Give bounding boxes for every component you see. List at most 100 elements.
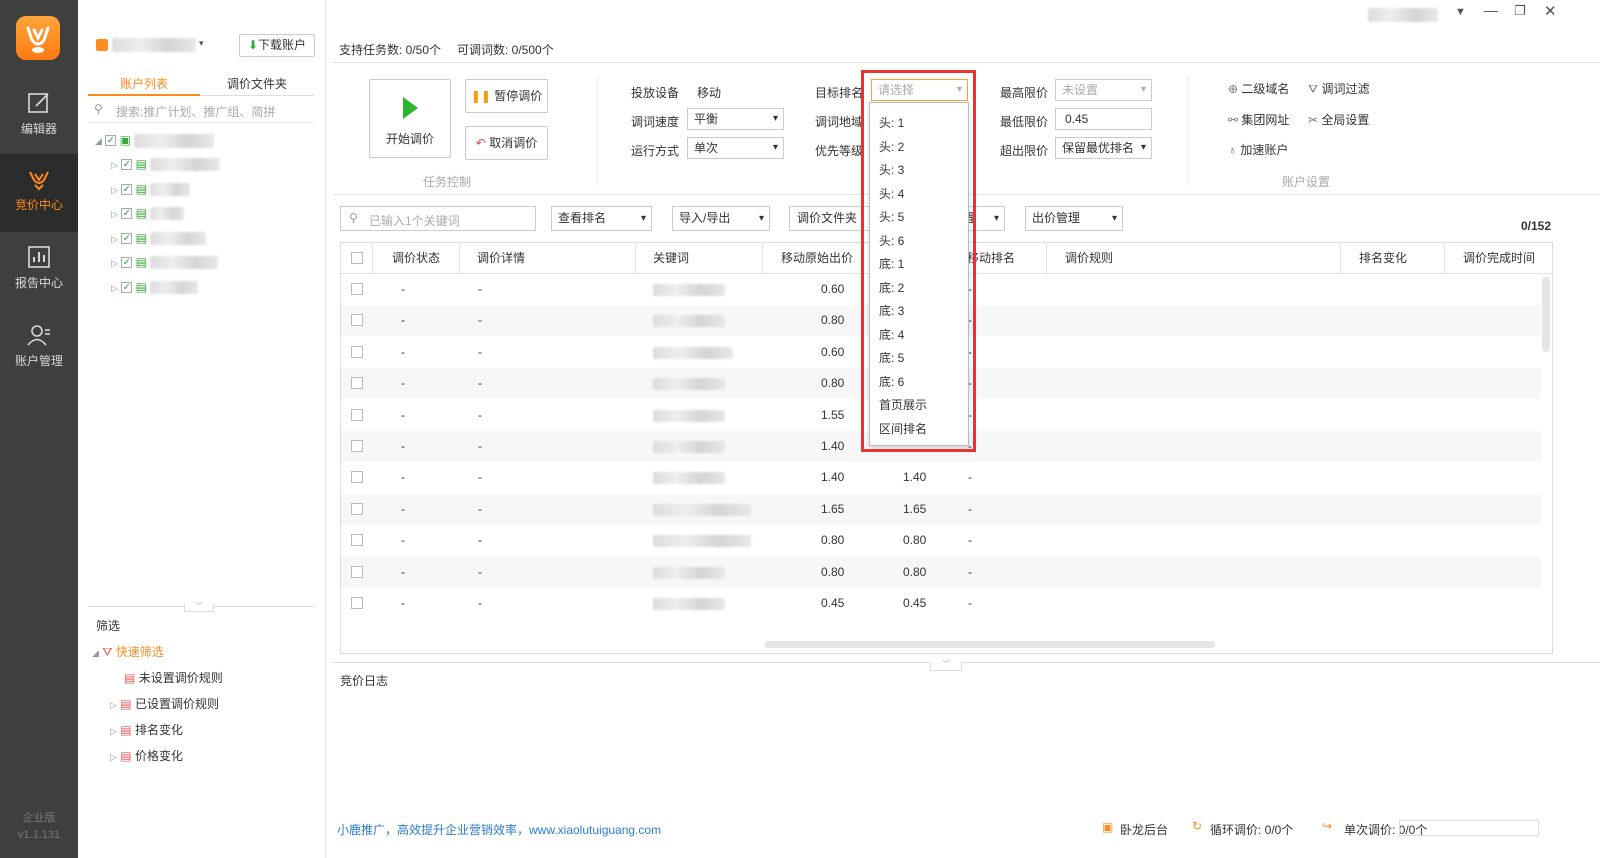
view-rank-button[interactable]: 查看排名 — [551, 206, 652, 231]
mode-select[interactable]: 单次 — [687, 137, 784, 159]
vertical-scrollbar[interactable] — [1542, 277, 1550, 352]
global-settings-link[interactable]: ✂ 全局设置 — [1308, 111, 1369, 128]
group-url-link[interactable]: ⚯ 集团网址 — [1228, 111, 1289, 128]
collapse-handle[interactable]: ﹀ — [184, 603, 214, 612]
slogan-link[interactable]: 小鹿推广，高效提升企业营销效率，www.xiaolutuiguang.com — [337, 821, 661, 838]
col-rule[interactable]: 调价规则 — [1065, 243, 1113, 274]
over-limit-select[interactable]: 保留最优排名 — [1055, 137, 1152, 159]
col-status[interactable]: 调价状态 — [392, 243, 440, 274]
row-checkbox[interactable] — [351, 408, 363, 421]
minimize-icon[interactable]: — — [1484, 2, 1498, 18]
row-checkbox[interactable] — [351, 345, 363, 358]
download-account-button[interactable]: ⬇下载账户 — [239, 34, 315, 57]
speed-select[interactable]: 平衡 — [687, 108, 784, 130]
chevron-down-icon[interactable]: ▾ — [199, 38, 204, 49]
bid-manage-button[interactable]: 出价管理 — [1025, 206, 1123, 231]
col-keyword[interactable]: 关键词 — [653, 243, 689, 274]
col-finish-time[interactable]: 调价完成时间 — [1463, 243, 1535, 274]
selected-count: 0/152 — [1521, 219, 1552, 233]
table-row[interactable]: - - 0.80 0.80 - — [341, 525, 1541, 557]
tab-bid-folder[interactable]: 调价文件夹 — [200, 74, 314, 96]
filter-item[interactable]: ▤ 未设置调价规则 — [92, 665, 312, 691]
start-bid-button[interactable]: 开始调价 — [369, 79, 451, 158]
row-checkbox[interactable] — [351, 440, 363, 452]
tree-node[interactable]: ▷ ✓ ▤ — [95, 206, 220, 231]
tree-node[interactable]: ▷ ✓ ▤ — [95, 182, 220, 207]
row-checkbox[interactable] — [351, 565, 363, 578]
backend-link[interactable]: 卧龙后台 — [1120, 821, 1168, 838]
bid-folder-button[interactable]: 调价文件夹 — [789, 206, 871, 231]
cell-keyword — [653, 598, 725, 610]
filter-title: 筛选 — [96, 619, 121, 633]
doc-icon: ▤ — [120, 697, 132, 711]
close-icon[interactable]: ✕ — [1544, 2, 1557, 20]
row-checkbox[interactable] — [351, 377, 363, 390]
download-icon: ⬇ — [247, 38, 259, 52]
table-row[interactable]: - - 1.65 1.65 - — [341, 493, 1541, 525]
divider — [333, 62, 1600, 63]
max-price-input[interactable]: 未设置 — [1055, 79, 1152, 101]
nav-bidding-center[interactable]: 竞价中心 — [0, 154, 78, 232]
cancel-bid-button[interactable]: ↶ 取消调价 — [465, 126, 548, 160]
cell-status: - — [401, 533, 405, 548]
pause-bid-button[interactable]: ❚❚ 暂停调价 — [465, 79, 548, 113]
rocket-icon: ♁ — [1228, 143, 1237, 157]
tree-node[interactable]: ▷ ✓ ▤ — [95, 280, 220, 305]
table-row[interactable]: - - 0.45 0.45 - — [341, 588, 1541, 619]
tree-search-input[interactable]: 搜索:推广计划、推广组、简拼 — [116, 103, 275, 120]
nav-account-management[interactable]: 账户管理 — [0, 310, 78, 388]
left-nav: 编辑器 竞价中心 报告中心 账户管理 企业版 v1.1.131 — [0, 0, 78, 858]
min-price-input[interactable]: 0.45 — [1055, 108, 1152, 130]
col-orig-price[interactable]: 移动原始出价 — [781, 243, 853, 274]
cell-keyword — [653, 535, 751, 548]
restore-icon[interactable]: ❐ — [1514, 3, 1526, 19]
table-row[interactable]: - - 0.80 0.80 - — [341, 556, 1541, 588]
loop-icon: ↻ — [1192, 819, 1203, 833]
splitter[interactable] — [333, 662, 1600, 663]
collapse-handle[interactable]: ﹀ — [930, 661, 962, 671]
tree-node[interactable]: ▷ ✓ ▤ — [95, 157, 221, 182]
cell-status: - — [401, 564, 405, 579]
cell-detail: - — [478, 439, 482, 453]
horizontal-scrollbar[interactable] — [765, 641, 1215, 648]
doc-icon: ▤ — [120, 723, 132, 737]
accelerate-account-link[interactable]: ♁ 加速账户 — [1228, 141, 1288, 158]
subdomain-link[interactable]: ⊕ 二级域名 — [1228, 80, 1289, 97]
task-control-group-label: 任务控制 — [423, 175, 472, 189]
row-checkbox[interactable] — [351, 283, 363, 295]
row-checkbox[interactable] — [351, 534, 363, 547]
cell-detail: - — [478, 501, 482, 516]
row-checkbox[interactable] — [351, 471, 363, 484]
menu-dropdown-icon[interactable]: ▼ — [1455, 6, 1466, 18]
single-icon: ↪ — [1322, 819, 1333, 833]
nav-editor[interactable]: 编辑器 — [0, 78, 78, 156]
nav-editor-label: 编辑器 — [20, 122, 57, 136]
tree-root[interactable]: ◢ ✓ ▣ — [95, 133, 220, 157]
cell-rank: - — [968, 564, 972, 579]
nav-report-center[interactable]: 报告中心 — [0, 232, 78, 310]
tree-node[interactable]: ▷ ✓ ▤ — [95, 255, 220, 280]
mode-label: 运行方式 — [631, 144, 680, 158]
filter-item[interactable]: ▷ ▤ 已设置调价规则 — [92, 691, 312, 717]
cell-orig-price: 1.65 — [821, 501, 845, 516]
quick-filter-node[interactable]: ◢ ⛛ 快速筛选 — [92, 639, 312, 665]
row-checkbox[interactable] — [351, 314, 363, 327]
max-price-label: 最高限价 — [1000, 86, 1049, 100]
cell-status: - — [401, 344, 405, 359]
cell-status: - — [401, 407, 405, 422]
filter-item[interactable]: ▷ ▤ 价格变化 — [92, 743, 312, 769]
account-name[interactable] — [112, 38, 196, 52]
col-rank-change[interactable]: 排名变化 — [1359, 243, 1407, 274]
row-checkbox[interactable] — [351, 597, 363, 609]
tree-node[interactable]: ▷ ✓ ▤ — [95, 231, 220, 256]
select-all-checkbox[interactable] — [351, 252, 363, 264]
import-export-button[interactable]: 导入/导出 — [672, 206, 770, 231]
tab-account-list[interactable]: 账户列表 — [88, 74, 200, 96]
word-filter-link[interactable]: ⛛ 调词过滤 — [1308, 80, 1369, 97]
table-row[interactable]: - - 1.40 1.40 - — [341, 462, 1541, 494]
filter-item[interactable]: ▷ ▤ 排名变化 — [92, 717, 312, 743]
cell-current-price: 1.40 — [903, 470, 927, 485]
keyword-search-input[interactable]: ⚲ 已输入1个关键词 — [340, 206, 536, 231]
col-detail[interactable]: 调价详情 — [477, 243, 525, 274]
row-checkbox[interactable] — [351, 502, 363, 515]
